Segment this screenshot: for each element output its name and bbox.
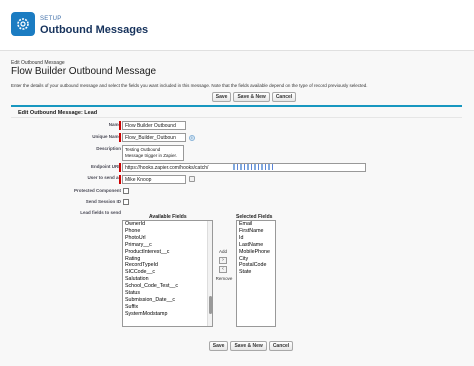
list-item[interactable]: Salutation: [123, 276, 212, 283]
required-marker: [119, 133, 121, 142]
name-input[interactable]: Flow Builder Outbound: [122, 121, 186, 130]
save-new-button[interactable]: Save & New: [230, 341, 267, 351]
required-marker: [119, 163, 121, 172]
list-item[interactable]: MobilePhone: [237, 249, 275, 256]
scrollbar-thumb[interactable]: [209, 296, 212, 314]
list-item[interactable]: FirstName: [237, 228, 275, 235]
page-body: Edit Outbound Message Flow Builder Outbo…: [0, 50, 474, 366]
name-label: Name: [108, 122, 121, 127]
save-new-button[interactable]: Save & New: [233, 92, 270, 102]
lookup-icon[interactable]: [189, 176, 195, 182]
list-item[interactable]: Submission_Date__c: [123, 297, 212, 304]
list-item[interactable]: PostalCode: [237, 262, 275, 269]
session-label: Send Session ID: [85, 199, 121, 204]
intro-text: Enter the details of your outbound messa…: [11, 83, 368, 88]
description-line: Message trigger in Zapier.: [125, 153, 178, 158]
remove-arrow-icon[interactable]: ‹: [219, 266, 227, 273]
page-title: Flow Builder Outbound Message: [11, 66, 157, 77]
list-item[interactable]: Phone: [123, 228, 212, 235]
description-textarea[interactable]: Testing Outbound Message trigger in Zapi…: [122, 145, 184, 161]
available-fields-listbox[interactable]: OwnerId Phone PhotoUrl Primary__c Produc…: [122, 220, 213, 327]
remove-label: Remove: [215, 276, 233, 281]
list-item[interactable]: LastName: [237, 242, 275, 249]
top-button-row: Save Save & New Cancel: [17, 92, 474, 102]
required-marker: [119, 121, 121, 130]
add-label: Add: [218, 249, 227, 254]
redacted-mark: [233, 164, 273, 170]
endpoint-label: Endpoint URL: [91, 164, 121, 169]
list-item[interactable]: Suffix: [123, 304, 212, 311]
unique-name-label: Unique Name: [92, 134, 121, 139]
list-item[interactable]: SystemModstamp: [123, 311, 212, 318]
help-icon[interactable]: i: [189, 135, 195, 141]
unique-name-input[interactable]: Flow_Builder_Outboun: [122, 133, 186, 142]
gear-icon: [11, 12, 35, 36]
list-item[interactable]: PhotoUrl: [123, 235, 212, 242]
description-label: Description: [96, 146, 121, 151]
setup-header: SETUP Outbound Messages: [0, 0, 474, 46]
user-input[interactable]: Mike Knoop: [122, 175, 186, 184]
list-item[interactable]: Primary__c: [123, 242, 212, 249]
cancel-button[interactable]: Cancel: [271, 92, 297, 102]
list-item[interactable]: Rating: [123, 256, 212, 263]
list-item[interactable]: SICCode__c: [123, 269, 212, 276]
list-item[interactable]: Status: [123, 290, 212, 297]
list-item[interactable]: Email: [237, 221, 275, 228]
list-item[interactable]: OwnerId: [123, 221, 212, 228]
list-item[interactable]: RecordTypeId: [123, 262, 212, 269]
edit-block: Edit Outbound Message: Lead Name Flow Bu…: [11, 105, 462, 363]
save-button[interactable]: Save: [211, 92, 232, 102]
session-checkbox[interactable]: [123, 199, 129, 205]
cancel-button[interactable]: Cancel: [268, 341, 294, 351]
bottom-button-row: Save Save & New Cancel: [14, 341, 474, 351]
page-header-title: Outbound Messages: [40, 24, 149, 36]
user-label: User to send as: [87, 175, 121, 180]
fields-label: Lead fields to send: [80, 210, 121, 215]
add-arrow-icon[interactable]: ›: [219, 257, 227, 264]
protected-label: Protected Component: [73, 188, 121, 193]
list-item[interactable]: City: [237, 256, 275, 263]
endpoint-value: https://hooks.zapier.com/hooks/catch/: [125, 165, 209, 171]
block-title: Edit Outbound Message: Lead: [11, 107, 462, 118]
list-item[interactable]: School_Code_Test__c: [123, 283, 212, 290]
list-item[interactable]: ProductInterest__c: [123, 249, 212, 256]
scrollbar[interactable]: [207, 221, 212, 326]
setup-label: SETUP: [40, 16, 62, 22]
selected-fields-listbox[interactable]: Email FirstName Id LastName MobilePhone …: [236, 220, 276, 327]
list-item[interactable]: State: [237, 269, 275, 276]
required-marker: [119, 175, 121, 184]
protected-checkbox[interactable]: [123, 188, 129, 194]
save-button[interactable]: Save: [208, 341, 229, 351]
list-item[interactable]: Id: [237, 235, 275, 242]
